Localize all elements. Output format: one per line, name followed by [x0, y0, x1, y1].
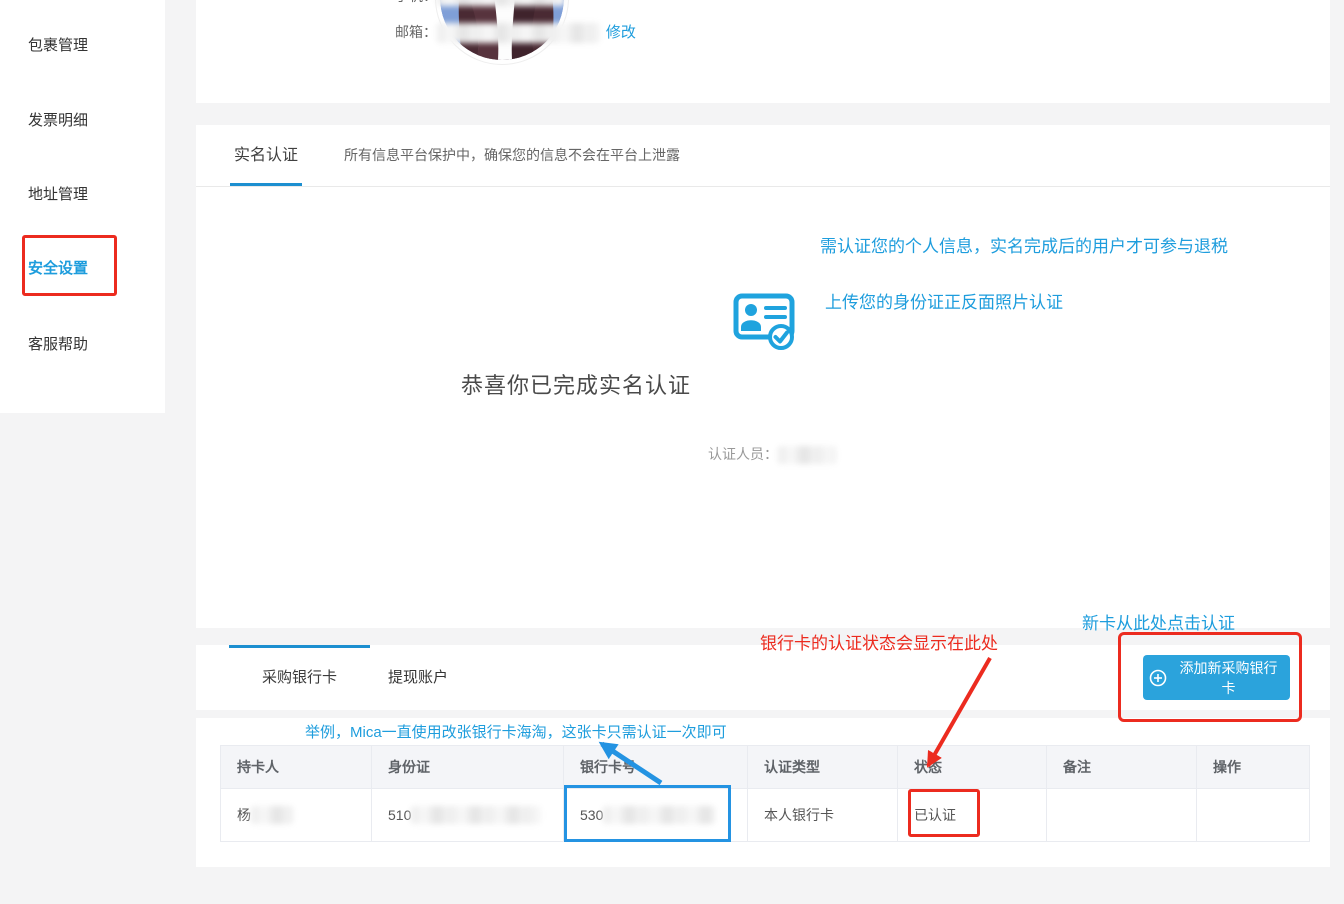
tab-realname-auth[interactable]: 实名认证 [230, 125, 302, 186]
realname-tabbar: 实名认证 所有信息平台保护中，确保您的信息不会在平台上泄露 [196, 125, 1330, 187]
annotation-box-card-number [564, 785, 731, 842]
cell-action [1197, 789, 1309, 841]
sidebar-item-invoice[interactable]: 发票明细 [28, 109, 88, 130]
email-row: 邮箱： 修改 [395, 21, 636, 43]
sidebar-item-package[interactable]: 包裹管理 [28, 34, 88, 55]
realname-panel: 实名认证 所有信息平台保护中，确保您的信息不会在平台上泄露 需认证您的个人信息，… [196, 125, 1330, 628]
id-number-redacted [411, 806, 541, 824]
realname-subtitle: 所有信息平台保护中，确保您的信息不会在平台上泄露 [344, 125, 680, 186]
sidebar-item-address[interactable]: 地址管理 [28, 183, 88, 204]
col-header-cardno: 银行卡号 [564, 746, 748, 788]
tab-withdraw-account[interactable]: 提现账户 [388, 645, 448, 710]
cell-auth-type: 本人银行卡 [748, 789, 898, 841]
annotation-upload-id: 上传您的身份证正反面照片认证 [825, 288, 1063, 313]
cell-remark [1047, 789, 1197, 841]
annotation-box-security [22, 235, 117, 296]
phone-label: 手机： [395, 0, 437, 4]
annotation-newcard-text: 新卡从此处点击认证 [1082, 609, 1235, 634]
email-label: 邮箱： [395, 24, 437, 40]
annotation-box-add-button [1118, 632, 1302, 722]
phone-row: 手机： [395, 0, 565, 6]
col-header-action: 操作 [1197, 746, 1309, 788]
bankcard-table: 持卡人 身份证 银行卡号 认证类型 状态 备注 操作 杨 510 530 本人银… [220, 745, 1310, 842]
annotation-status-text: 银行卡的认证状态会显示在此处 [760, 629, 998, 654]
annotation-box-status [908, 789, 980, 837]
col-header-status: 状态 [898, 746, 1047, 788]
email-value-redacted [437, 23, 600, 43]
cell-id-number: 510 [372, 789, 564, 841]
verified-person-row: 认证人员： [708, 444, 836, 464]
table-header-row: 持卡人 身份证 银行卡号 认证类型 状态 备注 操作 [221, 746, 1309, 788]
tab-purchase-bankcard[interactable]: 采购银行卡 [229, 645, 370, 710]
table-row: 杨 510 530 本人银行卡 已认证 [221, 788, 1309, 841]
phone-value-redacted [437, 0, 565, 6]
congrats-text: 恭喜你已完成实名认证 [196, 368, 956, 400]
annotation-need-auth: 需认证您的个人信息，实名完成后的用户才可参与退税 [820, 232, 1228, 257]
col-header-remark: 备注 [1047, 746, 1197, 788]
id-number-visible-text: 510 [388, 807, 411, 823]
col-header-holder: 持卡人 [221, 746, 372, 788]
holder-redacted [251, 806, 293, 824]
verified-person-redacted [778, 446, 836, 464]
verified-person-label: 认证人员： [708, 446, 778, 462]
cell-holder: 杨 [221, 789, 372, 841]
sidebar: 包裹管理 发票明细 地址管理 安全设置 客服帮助 [0, 0, 165, 413]
profile-panel: 手机： 邮箱： 修改 [196, 0, 1330, 103]
col-header-id: 身份证 [372, 746, 564, 788]
active-tab-underline [230, 183, 302, 186]
sidebar-item-support[interactable]: 客服帮助 [28, 333, 88, 354]
id-card-verified-icon [733, 293, 797, 351]
email-modify-link[interactable]: 修改 [606, 24, 636, 41]
holder-visible-text: 杨 [237, 805, 251, 825]
annotation-example-text: 举例，Mica一直使用改张银行卡海淘，这张卡只需认证一次即可 [305, 721, 727, 742]
col-header-authtype: 认证类型 [748, 746, 898, 788]
